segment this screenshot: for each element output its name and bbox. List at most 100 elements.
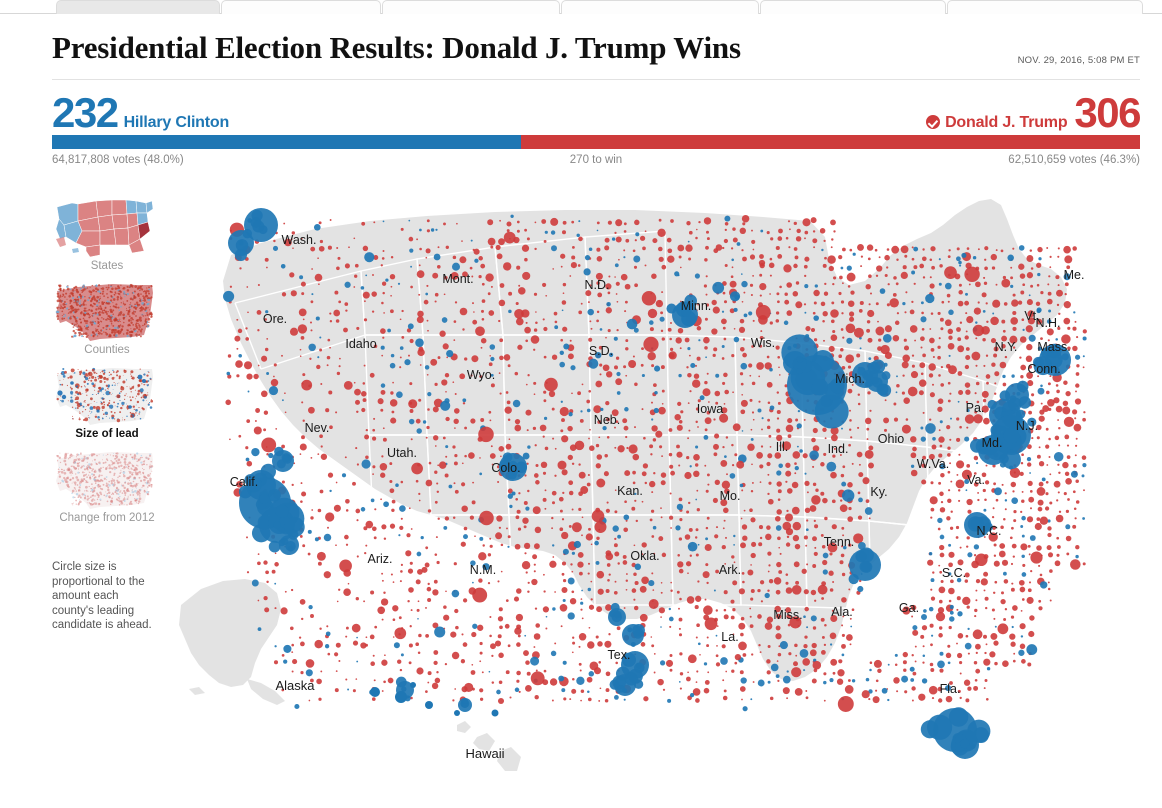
counties-map-thumbnail[interactable]: [52, 279, 157, 341]
county-bubble: [391, 509, 394, 512]
county-bubble: [1020, 525, 1023, 528]
change-from-2012-thumbnail[interactable]: [52, 447, 157, 509]
county-bubble: [1039, 446, 1041, 448]
county-bubble: [793, 522, 801, 530]
county-bubble: [945, 319, 952, 326]
county-bubble: [346, 509, 349, 512]
county-bubble: [820, 492, 824, 496]
county-bubble: [543, 472, 546, 475]
browser-tab-3[interactable]: [561, 0, 759, 14]
county-bubble: [1049, 456, 1051, 458]
county-bubble: [695, 596, 701, 602]
county-bubble: [659, 219, 662, 222]
county-bubble: [984, 589, 986, 591]
county-bubble: [580, 602, 583, 605]
county-bubble: [965, 489, 967, 491]
county-bubble: [1029, 615, 1034, 620]
county-bubble: [978, 248, 980, 250]
county-bubble: [582, 516, 584, 518]
county-bubble: [424, 300, 429, 305]
county-bubble: [395, 483, 399, 487]
county-bubble: [914, 283, 916, 285]
county-bubble: [301, 292, 304, 295]
county-bubble: [527, 237, 530, 240]
states-map-thumbnail[interactable]: [52, 195, 157, 257]
county-bubble: [804, 473, 806, 475]
county-bubble: [1045, 506, 1049, 510]
state-label: N.Y.: [995, 340, 1018, 354]
county-bubble: [550, 678, 557, 685]
election-map[interactable]: Wash. Ore. Calif. Idaho Nev. Mont. Wyo. Utah. Co…: [165, 185, 1162, 808]
size-of-lead-map-thumbnail[interactable]: [52, 363, 157, 425]
county-bubble: [248, 391, 250, 393]
county-bubble: [703, 605, 713, 615]
county-bubble: [1047, 526, 1051, 530]
county-bubble: [571, 689, 576, 694]
county-bubble: [616, 329, 618, 331]
browser-tab-4[interactable]: [760, 0, 946, 14]
county-bubble: [869, 669, 872, 672]
sidebar-item-states[interactable]: States: [52, 195, 162, 273]
county-bubble: [562, 518, 564, 520]
sidebar-item-counties-label: Counties: [52, 344, 162, 357]
county-bubble: [948, 249, 950, 251]
county-bubble: [613, 525, 619, 531]
county-bubble: [920, 316, 926, 322]
county-bubble: [587, 309, 593, 315]
county-bubble: [850, 436, 852, 438]
county-bubble: [454, 688, 456, 690]
county-bubble: [492, 681, 494, 683]
county-bubble: [634, 266, 637, 269]
county-bubble: [931, 508, 935, 512]
county-bubble: [501, 544, 504, 547]
county-bubble: [418, 294, 420, 296]
county-bubble: [578, 463, 580, 465]
county-bubble: [263, 428, 266, 431]
county-bubble: [956, 480, 965, 489]
browser-tab-1[interactable]: [221, 0, 381, 14]
county-bubble: [829, 552, 832, 555]
county-bubble: [813, 483, 816, 486]
county-bubble: [353, 286, 355, 288]
county-bubble: [498, 653, 504, 659]
county-bubble: [265, 348, 268, 351]
county-bubble: [877, 669, 881, 673]
county-bubble: [1057, 256, 1059, 258]
county-bubble: [704, 217, 711, 224]
county-bubble: [738, 642, 747, 651]
county-bubble: [686, 221, 690, 225]
county-bubble: [438, 518, 440, 520]
county-bubble: [324, 571, 331, 578]
state-label: N.H.: [1036, 316, 1061, 330]
county-bubble: [857, 452, 863, 458]
county-bubble: [291, 290, 297, 296]
browser-tab-0[interactable]: [56, 0, 220, 14]
county-bubble: [685, 244, 692, 251]
county-bubble: [975, 679, 978, 682]
sidebar-item-counties[interactable]: Counties: [52, 279, 162, 357]
county-bubble: [551, 527, 553, 529]
county-bubble: [742, 353, 747, 358]
county-bubble: [679, 518, 682, 521]
metro-bubble: [523, 453, 530, 460]
sidebar-item-size-of-lead[interactable]: Size of lead: [52, 363, 162, 441]
county-bubble: [374, 679, 376, 681]
browser-tab-2[interactable]: [382, 0, 560, 14]
county-bubble: [795, 688, 803, 696]
county-bubble: [269, 386, 278, 395]
county-bubble: [842, 634, 845, 637]
county-bubble: [408, 220, 410, 222]
county-bubble: [688, 241, 690, 243]
sidebar-item-change-from-2012[interactable]: Change from 2012: [52, 447, 162, 525]
county-bubble: [838, 659, 842, 663]
county-bubble: [441, 379, 447, 385]
county-bubble: [580, 700, 582, 702]
county-bubble: [796, 229, 800, 233]
county-bubble: [544, 378, 558, 392]
browser-tab-5[interactable]: [947, 0, 1143, 14]
county-bubble: [695, 237, 698, 240]
county-bubble: [542, 283, 546, 287]
county-bubble: [633, 599, 635, 601]
county-bubble: [939, 626, 942, 629]
county-bubble: [488, 238, 496, 246]
